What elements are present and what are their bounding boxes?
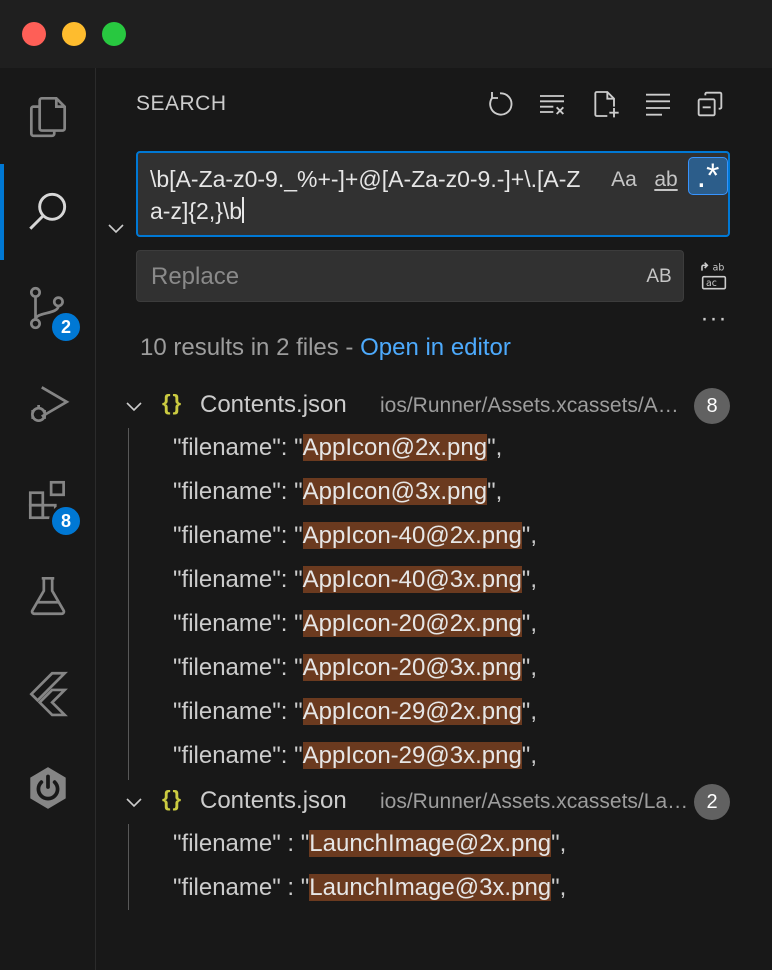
- match-highlight: AppIcon@3x.png: [302, 478, 488, 505]
- match-text: "filename": "AppIcon-29@3x.png",: [173, 742, 537, 769]
- file-result-row[interactable]: {} Contents.json ios/Runner/Assets.xcass…: [96, 384, 772, 428]
- match-text: "filename": "AppIcon-40@2x.png",: [173, 522, 537, 549]
- file-name: Contents.json: [200, 391, 347, 418]
- file-name: Contents.json: [200, 787, 347, 814]
- toggle-replace-button[interactable]: [102, 214, 130, 242]
- match-highlight: LaunchImage@2x.png: [309, 830, 552, 857]
- match-highlight: AppIcon-29@3x.png: [302, 742, 522, 769]
- view-as-tree-icon: [646, 93, 670, 116]
- svg-text:ac: ac: [706, 278, 717, 289]
- new-search-editor-icon: [594, 91, 619, 118]
- explorer-icon: [29, 96, 66, 138]
- flutter-icon: [28, 671, 68, 717]
- clear-results-button[interactable]: [534, 86, 570, 122]
- match-text: "filename": "AppIcon@3x.png",: [173, 478, 503, 505]
- collapse-all-icon: [697, 91, 723, 117]
- match-row[interactable]: "filename": "AppIcon-20@2x.png",: [96, 604, 772, 648]
- match-row[interactable]: "filename": "AppIcon-40@3x.png",: [96, 560, 772, 604]
- open-in-editor-link[interactable]: Open in editor: [360, 334, 511, 361]
- file-path: ios/Runner/Assets.xcassets/AppIcon.appic…: [380, 394, 690, 417]
- match-row[interactable]: "filename": "AppIcon@2x.png",: [96, 428, 772, 472]
- match-highlight: AppIcon@2x.png: [302, 434, 488, 461]
- refresh-button[interactable]: [482, 86, 518, 122]
- chevron-down-icon: [126, 402, 142, 412]
- clear-results-icon: [540, 95, 564, 115]
- match-highlight: AppIcon-40@3x.png: [302, 566, 522, 593]
- search-sidebar: SEARCH \b[A-Za-z0-9._%+-]+@[A-Za-z0-9.-]…: [96, 68, 772, 970]
- extensions-badge: 8: [49, 504, 83, 538]
- match-row[interactable]: "filename": "AppIcon@3x.png",: [96, 472, 772, 516]
- use-regex-toggle[interactable]: .*: [688, 157, 728, 195]
- testing-icon: [30, 576, 65, 616]
- search-icon: [28, 192, 66, 230]
- match-count-badge: 2: [694, 784, 730, 820]
- activity-testing[interactable]: [0, 548, 95, 644]
- activity-extensions[interactable]: 8: [0, 452, 95, 548]
- match-highlight: AppIcon-20@2x.png: [302, 610, 522, 637]
- activity-bar: 2 8: [0, 68, 96, 970]
- text-caret: [242, 197, 245, 223]
- chevron-down-icon: [108, 224, 124, 234]
- match-count-badge: 8: [694, 388, 730, 424]
- json-file-icon: {}: [162, 786, 184, 811]
- collapse-all-button[interactable]: [692, 86, 728, 122]
- activity-flutter[interactable]: [0, 644, 95, 740]
- match-row[interactable]: "filename" : "LaunchImage@3x.png",: [96, 868, 772, 912]
- activity-search[interactable]: [0, 164, 95, 260]
- match-row[interactable]: "filename": "AppIcon-29@2x.png",: [96, 692, 772, 736]
- match-highlight: AppIcon-40@2x.png: [302, 522, 522, 549]
- source-control-badge: 2: [49, 310, 83, 344]
- refresh-icon: [489, 92, 513, 116]
- chevron-down-icon: [126, 798, 142, 808]
- json-file-icon: {}: [162, 390, 184, 415]
- sidebar-title: SEARCH: [136, 92, 227, 115]
- match-text: "filename": "AppIcon-20@2x.png",: [173, 610, 537, 637]
- activity-source-control[interactable]: 2: [0, 260, 95, 356]
- file-result-row[interactable]: {} Contents.json ios/Runner/Assets.xcass…: [96, 780, 772, 824]
- match-row[interactable]: "filename": "AppIcon-40@2x.png",: [96, 516, 772, 560]
- replace-field: AB: [136, 250, 684, 302]
- match-text: "filename": "AppIcon-29@2x.png",: [173, 698, 537, 725]
- minimize-window-button[interactable]: [62, 22, 86, 46]
- results-count-text: 10 results in 2 files -: [140, 334, 361, 361]
- match-text: "filename" : "LaunchImage@2x.png",: [173, 830, 567, 857]
- title-bar: [0, 0, 772, 68]
- replace-input[interactable]: [149, 260, 613, 294]
- search-query-value: \b[A-Za-z0-9._%+-]+@[A-Za-z0-9.-]+\.[A-Z…: [150, 166, 581, 224]
- activity-spring-boot[interactable]: [0, 740, 95, 836]
- vscode-window: 2 8 SEARCH \b[A-Za-z0-9._%+-]+@[A-Za-z0-…: [0, 0, 772, 970]
- search-input[interactable]: \b[A-Za-z0-9._%+-]+@[A-Za-z0-9.-]+\.[A-Z…: [136, 151, 730, 237]
- search-query-text: \b[A-Za-z0-9._%+-]+@[A-Za-z0-9.-]+\.[A-Z…: [150, 163, 590, 227]
- more-options-button[interactable]: ···: [696, 304, 732, 334]
- match-row[interactable]: "filename": "AppIcon-20@3x.png",: [96, 648, 772, 692]
- match-text: "filename": "AppIcon-20@3x.png",: [173, 654, 537, 681]
- match-highlight: LaunchImage@3x.png: [309, 874, 552, 901]
- match-highlight: AppIcon-29@2x.png: [302, 698, 522, 725]
- new-search-editor-button[interactable]: [588, 86, 624, 122]
- whole-word-label: ab: [654, 168, 678, 191]
- file-path: ios/Runner/Assets.xcassets/LaunchImage.i…: [380, 790, 690, 813]
- view-as-tree-button[interactable]: [640, 86, 676, 122]
- preserve-case-toggle[interactable]: AB: [641, 261, 677, 293]
- run-debug-icon: [30, 386, 69, 423]
- match-row[interactable]: "filename" : "LaunchImage@2x.png",: [96, 824, 772, 868]
- match-text: "filename" : "LaunchImage@3x.png",: [173, 874, 567, 901]
- match-case-toggle[interactable]: Aa: [606, 162, 642, 198]
- activity-run-debug[interactable]: [0, 356, 95, 452]
- match-text: "filename": "AppIcon@2x.png",: [173, 434, 503, 461]
- match-whole-word-toggle[interactable]: ab: [646, 162, 686, 198]
- match-highlight: AppIcon-20@3x.png: [302, 654, 522, 681]
- close-window-button[interactable]: [22, 22, 46, 46]
- power-icon: [29, 767, 66, 809]
- match-text: "filename": "AppIcon-40@3x.png",: [173, 566, 537, 593]
- replace-all-button[interactable]: ab ac: [696, 258, 732, 294]
- activity-explorer[interactable]: [0, 68, 95, 164]
- zoom-window-button[interactable]: [102, 22, 126, 46]
- svg-text:ab: ab: [713, 263, 725, 274]
- replace-all-icon: ab ac: [701, 262, 727, 290]
- match-row[interactable]: "filename": "AppIcon-29@3x.png",: [96, 736, 772, 780]
- results-summary: 10 results in 2 files - Open in editor: [140, 334, 511, 362]
